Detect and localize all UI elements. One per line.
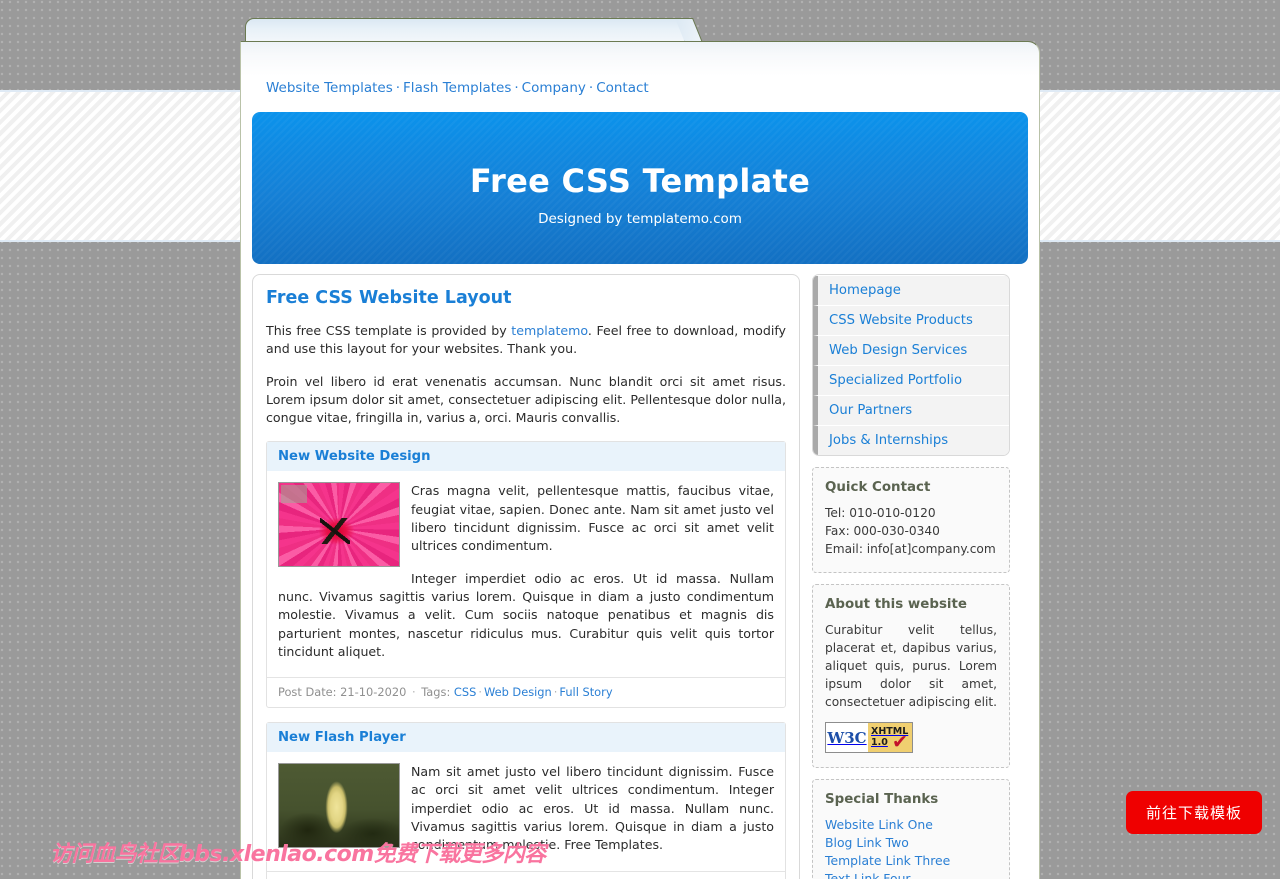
page-background: Website Templates · Flash Templates · Compan…: [0, 0, 1280, 879]
sidebar-item-specialized-portfolio[interactable]: Specialized Portfolio: [813, 366, 1009, 396]
site-container: Website Templates · Flash Templates · Compan…: [240, 18, 1040, 879]
special-thanks-box: Special Thanks Website Link One Blog Lin…: [812, 779, 1010, 879]
contact-tel: Tel: 010-010-0120: [825, 506, 936, 520]
w3c-logo-text: W3C: [826, 723, 868, 752]
content-columns: Free CSS Website Layout This free CSS te…: [241, 264, 1039, 879]
about-text: Curabitur velit tellus, placerat et, dap…: [825, 623, 997, 709]
nav-separator: ·: [395, 80, 401, 96]
quick-contact-title: Quick Contact: [825, 480, 931, 495]
sidebar-menu: Homepage CSS Website Products Web Design…: [813, 275, 1009, 455]
thanks-link[interactable]: Template Link Three: [825, 852, 997, 870]
sidebar: Homepage CSS Website Products Web Design…: [812, 274, 1010, 879]
article-card: New Website Design Cras magna velit, pel…: [266, 441, 786, 709]
main-content-panel: Free CSS Website Layout This free CSS te…: [252, 274, 800, 879]
post-meta: Post Date: 24-10-2020 · Tags: Flash·Acti…: [267, 870, 785, 879]
tags-label: Tags:: [421, 685, 451, 700]
intro-text-before: This free CSS template is provided by: [266, 323, 512, 338]
tag-link[interactable]: CSS: [454, 685, 476, 699]
site-body: Website Templates · Flash Templates · Compan…: [240, 41, 1040, 879]
nav-separator: ·: [588, 80, 594, 96]
meta-separator: ·: [411, 685, 416, 700]
nav-separator: ·: [514, 80, 519, 96]
top-tab-decoration: [245, 18, 703, 41]
tab-shape: [245, 18, 685, 41]
page-title: Free CSS Website Layout: [266, 288, 512, 308]
thanks-link[interactable]: Blog Link Two: [825, 834, 997, 852]
quick-contact-box: Quick Contact Tel: 010-010-0120 Fax: 000…: [812, 467, 1010, 573]
top-navigation: Website Templates · Flash Templates · Compan…: [241, 42, 1039, 112]
meta-separator: ·: [478, 685, 482, 700]
thanks-link[interactable]: Website Link One: [825, 816, 997, 834]
contact-email: Email: info[at]company.com: [825, 542, 996, 556]
banner-subtitle: Designed by templatemo.com: [538, 211, 742, 227]
sidebar-item-our-partners[interactable]: Our Partners: [813, 396, 1009, 426]
pink-flower-photo: [278, 482, 400, 568]
special-thanks-title: Special Thanks: [825, 792, 939, 807]
checkmark-icon: ✔: [892, 731, 908, 753]
contact-fax: Fax: 000-030-0340: [825, 524, 940, 538]
templatemo-link[interactable]: templatemo: [511, 323, 588, 338]
sidebar-item-homepage[interactable]: Homepage: [813, 276, 1009, 306]
sidebar-item-web-design-services[interactable]: Web Design Services: [813, 336, 1009, 366]
secondary-paragraph: Proin vel libero id erat venenatis accum…: [266, 373, 786, 426]
article-title: New Flash Player: [267, 723, 785, 753]
sidebar-item-jobs-internships[interactable]: Jobs & Internships: [813, 426, 1009, 455]
sidebar-menu-box: Homepage CSS Website Products Web Design…: [812, 274, 1010, 456]
nav-link-flash-templates[interactable]: Flash Templates: [403, 80, 511, 96]
header-banner: Free CSS Template Designed by templatemo…: [252, 112, 1028, 264]
tag-link[interactable]: Web Design: [484, 685, 552, 699]
about-title: About this website: [825, 597, 967, 612]
w3c-xhtml-validation-badge-icon[interactable]: W3C XHTML 1.0 ✔: [825, 722, 913, 753]
thanks-link[interactable]: Text Link Four: [825, 870, 997, 879]
sidebar-item-css-website-products[interactable]: CSS Website Products: [813, 306, 1009, 336]
nav-link-contact[interactable]: Contact: [596, 80, 649, 96]
banner-title: Free CSS Template: [469, 162, 811, 200]
site-watermark: 访问血鸟社区bbs.xlenlao.com免费下载更多内容: [50, 842, 546, 867]
article-paragraph: Integer imperdiet odio ac eros. Ut id ma…: [278, 570, 774, 659]
article-title: New Website Design: [267, 442, 785, 472]
post-date-label: Post Date:: [278, 685, 337, 700]
article-body: Cras magna velit, pellentesque mattis, f…: [267, 471, 785, 677]
nav-link-company[interactable]: Company: [522, 80, 586, 96]
post-date-value: 21-10-2020: [340, 685, 407, 700]
full-story-link[interactable]: Full Story: [559, 685, 612, 699]
nav-link-website-templates[interactable]: Website Templates: [266, 80, 393, 96]
about-website-box: About this website Curabitur velit tellu…: [812, 584, 1010, 768]
right-decorative-band: [1032, 90, 1280, 242]
download-template-button[interactable]: 前往下载模板: [1125, 791, 1262, 834]
main-column: Free CSS Website Layout This free CSS te…: [252, 274, 800, 879]
intro-paragraph: This free CSS template is provided by te…: [266, 322, 786, 359]
left-decorative-band: [0, 90, 253, 242]
post-meta: Post Date: 21-10-2020 · Tags: CSS · Web De…: [267, 677, 785, 707]
